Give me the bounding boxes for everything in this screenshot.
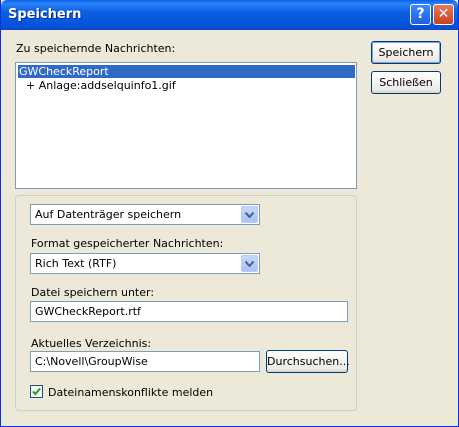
conflicts-checkbox[interactable] <box>30 385 43 398</box>
filename-label: Datei speichern unter: <box>31 286 155 299</box>
directory-label: Aktuelles Verzeichnis: <box>31 337 152 350</box>
messages-label: Zu speichernde Nachrichten: <box>16 42 176 55</box>
destination-value: Auf Datenträger speichern <box>35 208 182 221</box>
list-item[interactable]: GWCheckReport <box>18 65 355 78</box>
format-select[interactable]: Rich Text (RTF) <box>30 253 260 274</box>
close-icon: ✕ <box>437 6 450 22</box>
help-icon: ? <box>416 6 425 22</box>
filename-input[interactable] <box>31 302 347 321</box>
dropdown-arrow-icon[interactable] <box>241 255 258 272</box>
title-bar: Speichern ? ✕ <box>1 0 458 30</box>
close-button[interactable]: Schließen <box>371 71 441 94</box>
list-item[interactable]: + Anlage:addselquinfo1.gif <box>26 79 176 92</box>
save-dialog: Speichern ? ✕ Zu speichernde Nachrichten… <box>0 0 459 427</box>
format-value: Rich Text (RTF) <box>35 257 117 270</box>
destination-select[interactable]: Auf Datenträger speichern <box>30 204 260 225</box>
browse-button[interactable]: Durchsuchen... <box>266 350 350 373</box>
checkmark-icon <box>32 387 41 396</box>
directory-input[interactable] <box>31 352 259 371</box>
save-button[interactable]: Speichern <box>371 41 441 64</box>
directory-field[interactable] <box>30 351 260 372</box>
close-window-button[interactable]: ✕ <box>433 4 454 25</box>
messages-list[interactable]: GWCheckReport + Anlage:addselquinfo1.gif <box>15 62 357 189</box>
filename-field[interactable] <box>30 301 348 322</box>
help-button[interactable]: ? <box>410 4 431 25</box>
window-title: Speichern <box>8 7 82 22</box>
format-label: Format gespeicherter Nachrichten: <box>31 237 224 250</box>
conflicts-label[interactable]: Dateinamenskonflikte melden <box>48 386 213 399</box>
dropdown-arrow-icon[interactable] <box>241 206 258 223</box>
